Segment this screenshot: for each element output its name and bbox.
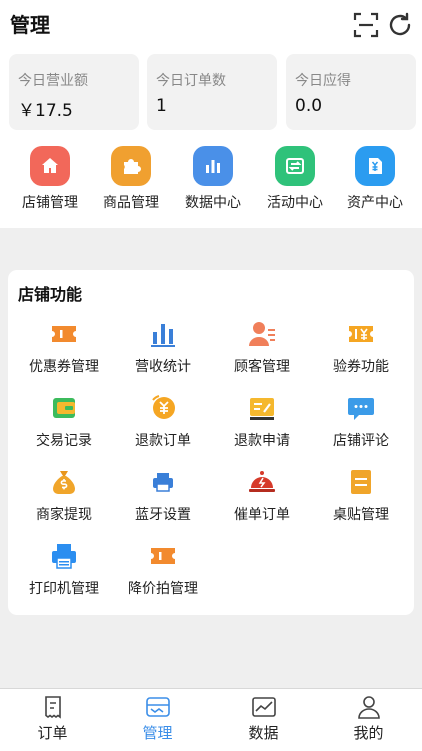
sticker-icon	[347, 468, 375, 496]
func-label: 打印机管理	[29, 581, 99, 597]
stat-value: 1	[156, 96, 167, 116]
tab-label: 数据	[248, 724, 279, 742]
tab-manage[interactable]: 管理	[105, 689, 210, 751]
refund-apply-icon	[248, 394, 276, 422]
func-label: 退款订单	[135, 433, 191, 449]
func-price-cut-auction[interactable]: 降价拍管理	[112, 542, 214, 602]
verify-coupon-icon	[347, 320, 375, 348]
tab-label: 订单	[37, 724, 68, 742]
func-label: 交易记录	[36, 433, 92, 449]
stat-revenue: 今日营业额 ￥17.5	[9, 54, 139, 130]
quick-label: 资产中心	[347, 195, 403, 211]
wallet-record-icon	[50, 394, 78, 422]
quick-label: 数据中心	[185, 195, 241, 211]
func-label: 优惠券管理	[29, 359, 99, 375]
bell-icon	[248, 468, 276, 496]
func-label: 催单订单	[234, 507, 290, 523]
bar-chart-icon	[193, 146, 233, 186]
stat-orders: 今日订单数 1	[147, 54, 277, 130]
func-label: 蓝牙设置	[135, 507, 191, 523]
page-title: 管理	[10, 13, 50, 37]
header: 管理	[0, 0, 422, 50]
puzzle-icon	[111, 146, 151, 186]
order-icon	[41, 695, 65, 719]
func-table-sticker[interactable]: 桌贴管理	[310, 468, 412, 528]
func-label: 桌贴管理	[333, 507, 389, 523]
func-refund-orders[interactable]: 退款订单	[112, 394, 214, 454]
printer-icon	[50, 542, 78, 570]
refresh-icon[interactable]	[386, 11, 414, 39]
quick-label: 活动中心	[267, 195, 323, 211]
func-label: 营收统计	[135, 359, 191, 375]
data-icon	[252, 695, 276, 719]
tab-mine[interactable]: 我的	[316, 689, 421, 751]
bluetooth-printer-icon	[149, 468, 177, 496]
quick-store-management[interactable]: 店铺管理	[8, 146, 92, 216]
quick-activity-center[interactable]: 活动中心	[253, 146, 337, 216]
func-urge-orders[interactable]: 催单订单	[211, 468, 313, 528]
func-label: 退款申请	[234, 433, 290, 449]
func-label: 顾客管理	[234, 359, 290, 375]
quick-menu: 店铺管理 商品管理 数据中心 活动中心 资产中心	[0, 146, 422, 216]
bottom-tab-bar: 订单 管理 数据 我的	[0, 688, 422, 751]
stat-label: 今日营业额	[18, 73, 88, 89]
refund-icon	[149, 394, 177, 422]
top-panel: 管理 今日营业额 ￥17.5 今日订单数 1 今日应得 0.0 店铺管理 商品管…	[0, 0, 422, 228]
func-verify-coupon[interactable]: 验券功能	[310, 320, 412, 380]
tab-label: 管理	[142, 724, 173, 742]
tab-data[interactable]: 数据	[211, 689, 316, 751]
exchange-icon	[275, 146, 315, 186]
tab-orders[interactable]: 订单	[0, 689, 105, 751]
func-transaction-records[interactable]: 交易记录	[13, 394, 115, 454]
stat-value: 0.0	[295, 96, 323, 116]
func-revenue-stats[interactable]: 营收统计	[112, 320, 214, 380]
user-icon	[357, 695, 381, 719]
func-store-comments[interactable]: 店铺评论	[310, 394, 412, 454]
tab-label: 我的	[353, 724, 384, 742]
stat-value: ￥17.5	[18, 101, 73, 121]
section-title: 店铺功能	[18, 285, 83, 304]
func-merchant-withdraw[interactable]: 商家提现	[13, 468, 115, 528]
stat-label: 今日订单数	[156, 73, 226, 89]
func-label: 商家提现	[36, 507, 92, 523]
func-customer-management[interactable]: 顾客管理	[211, 320, 313, 380]
func-label: 降价拍管理	[128, 581, 198, 597]
store-functions-card: 店铺功能 优惠券管理 营收统计 顾客管理 验券功能 交易记录 退款订单 退款申请…	[8, 270, 414, 615]
quick-label: 店铺管理	[22, 195, 78, 211]
money-bag-icon	[50, 468, 78, 496]
wallet-icon	[355, 146, 395, 186]
stats-row: 今日营业额 ￥17.5 今日订单数 1 今日应得 0.0	[9, 54, 416, 130]
manage-icon	[146, 695, 170, 719]
func-coupon-management[interactable]: 优惠券管理	[13, 320, 115, 380]
stats-icon	[149, 320, 177, 348]
store-icon	[30, 146, 70, 186]
quick-asset-center[interactable]: 资产中心	[333, 146, 417, 216]
func-printer-management[interactable]: 打印机管理	[13, 542, 115, 602]
comment-icon	[347, 394, 375, 422]
coupon-icon	[50, 320, 78, 348]
stat-due: 今日应得 0.0	[286, 54, 416, 130]
func-label: 店铺评论	[333, 433, 389, 449]
scan-icon[interactable]	[352, 11, 380, 39]
stat-label: 今日应得	[295, 73, 351, 89]
func-label: 验券功能	[333, 359, 389, 375]
customer-icon	[248, 320, 276, 348]
func-bluetooth-settings[interactable]: 蓝牙设置	[112, 468, 214, 528]
quick-label: 商品管理	[103, 195, 159, 211]
quick-data-center[interactable]: 数据中心	[171, 146, 255, 216]
price-cut-icon	[149, 542, 177, 570]
quick-product-management[interactable]: 商品管理	[89, 146, 173, 216]
func-refund-apply[interactable]: 退款申请	[211, 394, 313, 454]
